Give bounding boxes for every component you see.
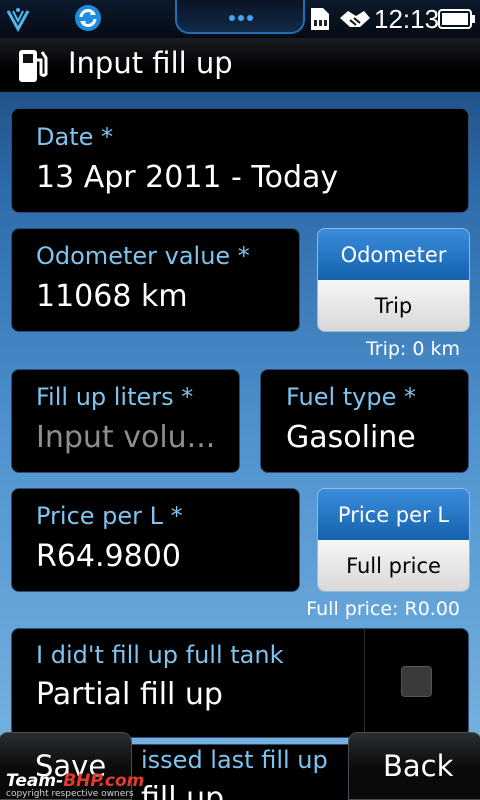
date-value: 13 Apr 2011 - Today	[36, 160, 339, 195]
odometer-option[interactable]: Odometer	[318, 229, 469, 280]
signal-icon	[6, 8, 30, 33]
clock: 12:13	[374, 4, 440, 34]
price-label: Price per L *	[36, 502, 183, 530]
full-price-note: Full price: R0.00	[306, 598, 460, 620]
missed-fill-label: issed last fill up	[141, 746, 328, 774]
date-label: Date *	[36, 123, 113, 151]
price-per-l-option[interactable]: Price per L	[318, 489, 469, 540]
fuel-pump-icon	[19, 50, 48, 82]
trip-option[interactable]: Trip	[318, 280, 469, 331]
full-price-option[interactable]: Full price	[318, 540, 469, 591]
fuel-type-label: Fuel type *	[286, 383, 417, 411]
divider	[364, 629, 365, 737]
liters-label: Fill up liters *	[36, 383, 194, 411]
price-mode-toggle: Price per L Full price	[317, 488, 470, 592]
back-label: Back	[383, 749, 454, 783]
menu-dots-icon[interactable]	[228, 13, 254, 23]
price-value: R64.9800	[36, 539, 181, 574]
partial-fill-value: Partial fill up	[36, 677, 223, 712]
trip-note: Trip: 0 km	[365, 338, 460, 360]
watermark-copyright: copyright respective owners	[6, 789, 134, 799]
page-title: Input fill up	[68, 46, 233, 80]
fuel-type-value: Gasoline	[286, 420, 416, 455]
sync-icon	[75, 5, 101, 31]
odometer-mode-toggle: Odometer Trip	[317, 228, 470, 332]
battery-icon	[438, 9, 475, 29]
back-button[interactable]: Back	[348, 732, 480, 800]
connectivity-icon	[340, 11, 370, 27]
missed-fill-value: fill up	[141, 781, 225, 800]
memory-card-icon	[311, 8, 329, 30]
status-bar: 12:13	[0, 0, 480, 38]
liters-placeholder: Input volu...	[36, 420, 216, 455]
odometer-label: Odometer value *	[36, 242, 250, 270]
partial-fill-checkbox[interactable]	[401, 666, 432, 697]
partial-fill-label: I did't fill up full tank	[36, 641, 284, 669]
watermark-brand: Team-BHP.com	[6, 771, 145, 791]
odometer-value: 11068 km	[36, 279, 188, 314]
